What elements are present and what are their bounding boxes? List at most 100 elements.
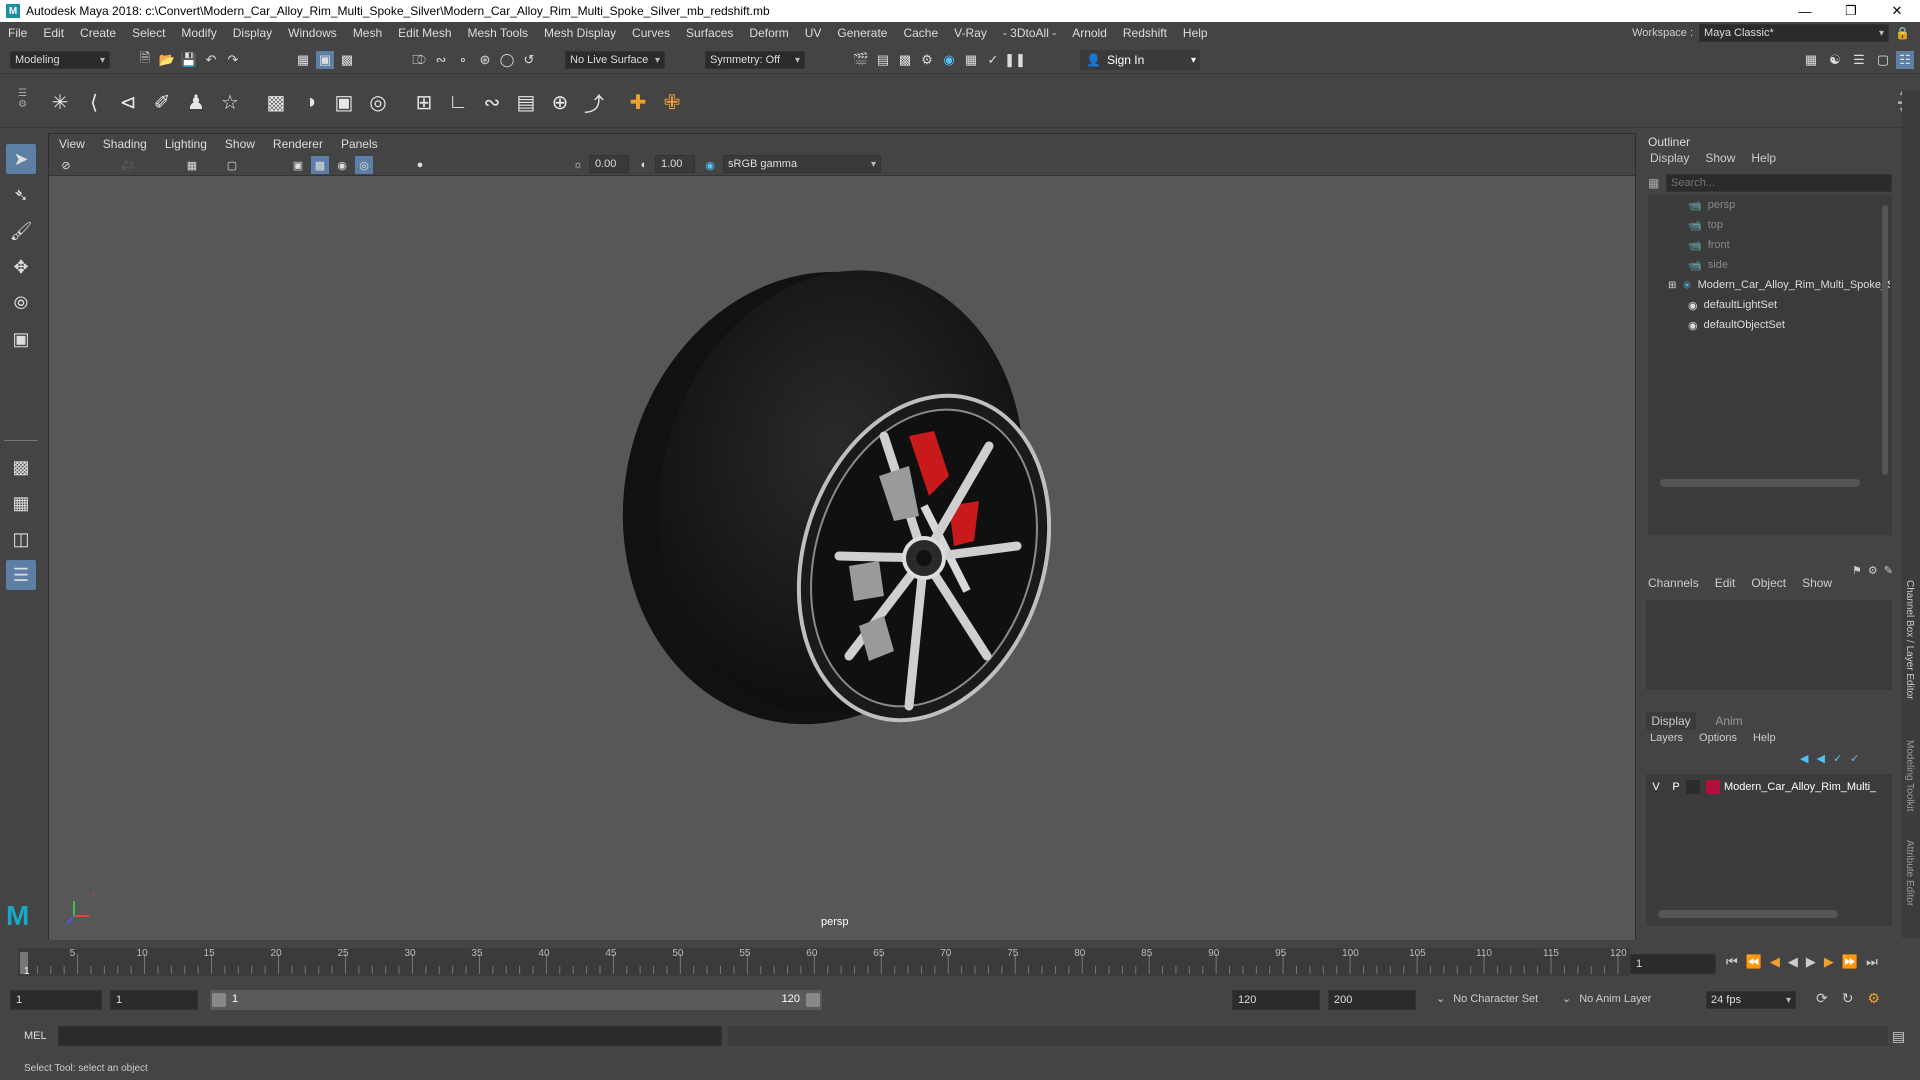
edge-loop-icon[interactable]: ⤴ bbox=[580, 88, 608, 116]
snap-view-icon[interactable]: ⊛ bbox=[476, 51, 494, 69]
range-start-handle[interactable] bbox=[212, 993, 226, 1007]
menu-arnold[interactable]: Arnold bbox=[1064, 26, 1115, 40]
snap-curve-icon[interactable]: ∾ bbox=[432, 51, 450, 69]
ipr-render-icon[interactable]: ▩ bbox=[896, 51, 914, 69]
snap-pivot-icon[interactable]: ✙ bbox=[658, 88, 686, 116]
vp-menu-view[interactable]: View bbox=[59, 137, 85, 151]
target-weld-icon[interactable]: ⊕ bbox=[546, 88, 574, 116]
outliner-layout-icon[interactable]: ☰ bbox=[6, 560, 36, 590]
channel-menu-object[interactable]: Object bbox=[1751, 576, 1786, 590]
start-time-field[interactable]: 1 bbox=[10, 990, 102, 1010]
two-pane-layout-icon[interactable]: ◫ bbox=[6, 524, 36, 554]
resolution-gate-icon[interactable]: ▢ bbox=[223, 156, 241, 174]
anim-prefs-icon[interactable]: ⚙ bbox=[1867, 990, 1880, 1007]
menu-mesh[interactable]: Mesh bbox=[345, 26, 390, 40]
menu-cache[interactable]: Cache bbox=[895, 26, 946, 40]
current-frame-field[interactable]: 1 bbox=[1630, 954, 1716, 974]
new-scene-icon[interactable]: 🗎 bbox=[136, 50, 154, 69]
color-management-icon[interactable]: ◉ bbox=[701, 156, 719, 174]
go-to-start-icon[interactable]: ⏮ bbox=[1726, 954, 1738, 970]
camera-select-icon[interactable]: ⊘ bbox=[57, 156, 75, 174]
channel-menu-edit[interactable]: Edit bbox=[1715, 576, 1736, 590]
play-forwards-icon[interactable]: ▶ bbox=[1806, 954, 1816, 970]
poly-plane-icon[interactable]: ◎ bbox=[364, 88, 392, 116]
exposure-field[interactable]: 0.00 bbox=[589, 155, 629, 173]
maximize-icon[interactable]: ❐ bbox=[1828, 0, 1874, 22]
outliner-item-persp[interactable]: 📹 persp bbox=[1688, 195, 1735, 215]
menu-mesh-display[interactable]: Mesh Display bbox=[536, 26, 624, 40]
vp-menu-renderer[interactable]: Renderer bbox=[273, 137, 323, 151]
color-space-dropdown[interactable]: sRGB gamma bbox=[723, 155, 881, 173]
tab-channel-box-layer-editor[interactable]: Channel Box / Layer Editor bbox=[1904, 580, 1915, 700]
mode-dropdown[interactable]: Modeling bbox=[10, 51, 110, 69]
character-controls-icon[interactable]: ☯ bbox=[1826, 51, 1844, 69]
outliner-menu-help[interactable]: Help bbox=[1751, 151, 1776, 165]
tab-display[interactable]: Display bbox=[1646, 712, 1696, 730]
move-layer-down-icon[interactable]: ◀ bbox=[1816, 752, 1824, 765]
symmetry-dropdown[interactable]: Symmetry: Off bbox=[705, 51, 805, 69]
undo-icon[interactable]: ↶ bbox=[202, 51, 220, 69]
outliner-search-input[interactable] bbox=[1666, 174, 1892, 192]
select-hierarchy-icon[interactable]: ▦ bbox=[294, 51, 312, 69]
tab-anim[interactable]: Anim bbox=[1704, 712, 1754, 730]
rotate-tool-icon[interactable]: ⦾ bbox=[6, 288, 36, 318]
menu-uv[interactable]: UV bbox=[797, 26, 830, 40]
vp-menu-show[interactable]: Show bbox=[225, 137, 255, 151]
render-view-icon[interactable]: 🎬 bbox=[852, 51, 870, 69]
mel-label[interactable]: MEL bbox=[24, 1030, 47, 1042]
ambient-occlusion-icon[interactable]: ● bbox=[411, 156, 429, 174]
outliner-v-scrollbar[interactable] bbox=[1882, 205, 1888, 475]
tab-modeling-toolkit[interactable]: Modeling Toolkit bbox=[1904, 740, 1915, 812]
snap-surface-icon[interactable]: ◯ bbox=[498, 51, 516, 69]
poly-cylinder-icon[interactable]: ▣ bbox=[330, 88, 358, 116]
open-scene-icon[interactable]: 📂 bbox=[158, 51, 176, 69]
tab-attribute-editor[interactable]: Attribute Editor bbox=[1904, 840, 1915, 906]
wireframe-icon[interactable]: ▣ bbox=[289, 156, 307, 174]
outliner-item-front[interactable]: 📹 front bbox=[1688, 235, 1730, 255]
poly-cube-icon[interactable]: ▩ bbox=[262, 88, 290, 116]
multi-cut-icon[interactable]: ▤ bbox=[512, 88, 540, 116]
layer-type-toggle[interactable] bbox=[1686, 780, 1700, 794]
key-icon[interactable]: ⚑ bbox=[1852, 564, 1862, 577]
menu-create[interactable]: Create bbox=[72, 26, 124, 40]
select-object-icon[interactable]: ▣ bbox=[316, 51, 334, 69]
layer-visibility-toggle[interactable]: V bbox=[1646, 781, 1666, 793]
shelf-menu-icon[interactable]: ☰ ⚙ bbox=[18, 88, 27, 110]
minimize-icon[interactable]: — bbox=[1782, 0, 1828, 22]
command-input[interactable] bbox=[58, 1026, 722, 1046]
layer-name[interactable]: Modern_Car_Alloy_Rim_Multi_ bbox=[1724, 781, 1876, 793]
hypershade-icon[interactable]: ◉ bbox=[940, 51, 958, 69]
single-pane-layout-icon[interactable]: ▩ bbox=[6, 452, 36, 482]
menu-modify[interactable]: Modify bbox=[173, 26, 224, 40]
menu-windows[interactable]: Windows bbox=[280, 26, 345, 40]
auto-key-icon[interactable]: ↻ bbox=[1842, 990, 1854, 1007]
fps-dropdown[interactable]: 24 fps bbox=[1706, 991, 1796, 1009]
bevel-icon[interactable]: ∟ bbox=[444, 88, 472, 116]
vp-menu-shading[interactable]: Shading bbox=[103, 137, 147, 151]
menu-display[interactable]: Display bbox=[225, 26, 280, 40]
menu-3dtoall[interactable]: - 3DtoAll - bbox=[995, 26, 1064, 40]
menu-help[interactable]: Help bbox=[1175, 26, 1216, 40]
pencil-curve-icon[interactable]: ✐ bbox=[148, 88, 176, 116]
loop-icon[interactable]: ⟳ bbox=[1816, 990, 1828, 1007]
new-layer-selected-icon[interactable]: ✓ bbox=[1850, 752, 1859, 765]
menu-select[interactable]: Select bbox=[124, 26, 173, 40]
layer-menu-help[interactable]: Help bbox=[1753, 732, 1776, 744]
play-backwards-icon[interactable]: ◀ bbox=[1788, 954, 1798, 970]
menu-vray[interactable]: V-Ray bbox=[946, 26, 995, 40]
attribute-editor-icon[interactable]: ☰ bbox=[1850, 51, 1868, 69]
render-frame-icon[interactable]: ▤ bbox=[874, 51, 892, 69]
redshift-ipr-icon[interactable]: ✓ bbox=[984, 51, 1002, 69]
close-icon[interactable]: ✕ bbox=[1874, 0, 1920, 22]
smooth-shade-icon[interactable]: ▩ bbox=[311, 156, 329, 174]
render-sequence-icon[interactable]: ▦ bbox=[962, 51, 980, 69]
outliner-item-light-set[interactable]: ◉ defaultLightSet bbox=[1688, 295, 1777, 315]
script-editor-icon[interactable]: ▤ bbox=[1892, 1028, 1905, 1045]
snap-live-icon[interactable]: ↺ bbox=[520, 51, 538, 69]
layer-h-scrollbar[interactable] bbox=[1658, 910, 1838, 918]
go-to-end-icon[interactable]: ⏭ bbox=[1866, 954, 1878, 970]
pause-icon[interactable]: ❚❚ bbox=[1004, 51, 1026, 69]
scale-tool-icon[interactable]: ▣ bbox=[6, 324, 36, 354]
redo-icon[interactable]: ↷ bbox=[224, 51, 242, 69]
hik-icon[interactable]: ☆ bbox=[216, 88, 244, 116]
